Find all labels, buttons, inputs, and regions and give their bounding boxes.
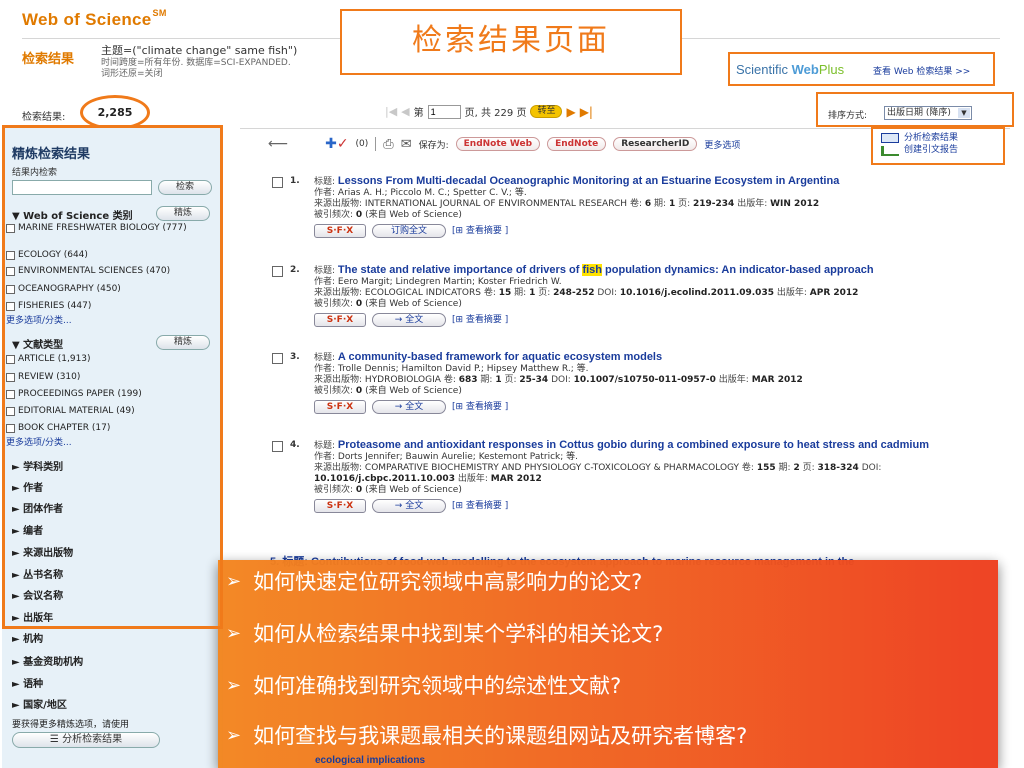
page: Web of ScienceSM 检索结果 主题=("climate chang… [0, 0, 1024, 768]
record-checkbox[interactable] [272, 353, 283, 364]
brand-logo: Web of ScienceSM [22, 8, 167, 29]
last-page-icon[interactable]: ▶| [580, 105, 593, 119]
webplus-logo[interactable]: Scientific WebPlus [736, 62, 844, 77]
go-button[interactable]: 转至 [530, 105, 563, 118]
endnote-web-button[interactable]: EndNote Web [455, 137, 541, 151]
results-toolbar: ⟵ ✚✓ (0) ⎙ ✉ 保存为: EndNote Web EndNote Re… [268, 136, 740, 152]
marked-count: (0) [355, 139, 369, 149]
record-peek-tail: ecological implications [315, 755, 426, 766]
record-source: ECOLOGICAL INDICATORS [364, 288, 481, 298]
record-number: 4. [290, 440, 300, 450]
sfx-button[interactable]: S·F·X [314, 400, 366, 414]
view-abstract-link[interactable]: [⊞ 查看摘要 ] [452, 501, 508, 512]
researcherid-button[interactable]: ResearcherID [613, 137, 698, 151]
question-item: ➢ 如何查找与我课题最相关的课题组网站及研究者博客? [226, 724, 748, 748]
record-checkbox[interactable] [272, 266, 283, 277]
analyze-results-link[interactable]: 分析检索结果 [904, 132, 958, 144]
fulltext-button[interactable]: → 全文 [372, 313, 446, 327]
results-count-label: 检索结果: [22, 112, 66, 123]
pager: |◀ ◀ 第 页, 共 229 页 转至 ▶ ▶| [385, 104, 593, 119]
record-number: 2. [290, 265, 300, 275]
prev-page-icon[interactable]: ◀ [401, 105, 409, 118]
arrow-bullet-icon: ➢ [226, 622, 242, 644]
sort-select[interactable]: 出版日期 (降序) ▼ [884, 106, 972, 120]
sort-label: 排序方式: [828, 111, 868, 121]
arrow-bullet-icon: ➢ [226, 724, 242, 746]
sfx-button[interactable]: S·F·X [314, 224, 366, 238]
results-heading: 检索结果 [22, 52, 75, 67]
sfx-button[interactable]: S·F·X [314, 313, 366, 327]
sort-value: 出版日期 (降序) [887, 108, 951, 118]
order-fulltext-button[interactable]: 订购全文 [372, 224, 446, 238]
record-title[interactable]: Proteasome and antioxidant responses in … [338, 439, 929, 451]
more-options-link[interactable]: 更多选项 [704, 138, 740, 151]
chevron-down-icon: ▼ [958, 108, 970, 118]
sidebar-note: 要获得更多精炼选项，请使用 [12, 720, 130, 730]
citation-report-link[interactable]: 创建引文报告 [904, 144, 958, 156]
query-timespan: 时间跨度=所有年份. 数据库=SCI-EXPANDED. [101, 58, 291, 68]
record-source: COMPARATIVE BIOCHEMISTRY AND PHYSIOLOGY … [364, 463, 740, 473]
webplus-link[interactable]: 查看 Web 检索结果 >> [873, 64, 970, 77]
record-authors: Eero Margit; Lindegren Martin; Koster Fr… [337, 277, 562, 287]
query-summary: 主题=("climate change" same fish") 时间跨度=所有… [101, 44, 297, 80]
save-as-label: 保存为: [418, 140, 449, 151]
sidebar-highlight [2, 125, 223, 629]
view-abstract-link[interactable]: [⊞ 查看摘要 ] [452, 315, 508, 326]
record-cited: 0 [355, 299, 363, 309]
question-item: ➢ 如何快速定位研究领域中高影响力的论文? [226, 570, 643, 594]
add-marked-icon[interactable]: ✚✓ [325, 136, 348, 152]
record-cited: 0 [355, 485, 363, 495]
record-number: 1. [290, 176, 300, 186]
question-item: ➢ 如何准确找到研究领域中的综述性文献? [226, 674, 622, 698]
print-icon[interactable]: ⎙ [383, 137, 393, 152]
query-text: 主题=("climate change" same fish") [101, 44, 298, 57]
sfx-button[interactable]: S·F·X [314, 499, 366, 513]
view-abstract-link[interactable]: [⊞ 查看摘要 ] [452, 226, 508, 237]
record-authors: Arias A. H.; Piccolo M. C.; Spetter C. V… [337, 188, 527, 198]
view-abstract-link[interactable]: [⊞ 查看摘要 ] [452, 402, 508, 413]
facet-collapsed[interactable]: ► 语种 [12, 675, 43, 690]
record-authors: Dorts Jennifer; Bauwin Aurelie; Kestemon… [337, 452, 578, 462]
divider [375, 137, 377, 151]
facet-collapsed[interactable]: ► 机构 [12, 630, 43, 645]
list-icon: ☰ [49, 734, 63, 745]
record-checkbox[interactable] [272, 441, 283, 452]
citation-report-icon [881, 146, 899, 156]
facet-collapsed[interactable]: ► 基金资助机构 [12, 653, 83, 668]
record-source: HYDROBIOLOGIA [364, 375, 441, 385]
analyze-links: 分析检索结果 创建引文报告 [904, 132, 958, 156]
arrow-bullet-icon: ➢ [226, 570, 242, 592]
arrow-bullet-icon: ➢ [226, 674, 242, 696]
record-title[interactable]: The state and relative importance of dri… [338, 264, 874, 276]
record-source: INTERNATIONAL JOURNAL OF ENVIRONMENTAL R… [364, 199, 628, 209]
facet-collapsed[interactable]: ► 国家/地区 [12, 696, 67, 711]
analyze-results-button[interactable]: ☰ 分析检索结果 [12, 732, 160, 748]
question-item: ➢ 如何从检索结果中找到某个学科的相关论文? [226, 622, 664, 646]
endnote-button[interactable]: EndNote [547, 137, 607, 151]
next-page-icon[interactable]: ▶ [566, 105, 575, 119]
page-prefix: 第 [413, 108, 424, 119]
fulltext-button[interactable]: → 全文 [372, 400, 446, 414]
email-icon[interactable]: ✉ [401, 137, 412, 152]
page-total: 页, 共 229 页 [464, 108, 527, 119]
record-cited: 0 [355, 386, 363, 396]
record-title[interactable]: A community-based framework for aquatic … [338, 351, 662, 363]
record-title[interactable]: Lessons From Multi-decadal Oceanographic… [338, 175, 839, 187]
query-lemmatization: 词形还原=关闭 [101, 69, 163, 79]
analyze-icon [881, 133, 899, 143]
record-checkbox[interactable] [272, 177, 283, 188]
fulltext-button[interactable]: → 全文 [372, 499, 446, 513]
page-input[interactable] [427, 104, 461, 119]
record-cited: 0 [355, 210, 363, 220]
record-number: 3. [290, 352, 300, 362]
record-authors: Trolle Dennis; Hamilton David P.; Hipsey… [337, 364, 589, 374]
first-page-icon[interactable]: |◀ [385, 105, 397, 118]
title-label: 标题: [314, 177, 336, 187]
callout-title: 检索结果页面 [340, 9, 682, 75]
back-arrow-icon[interactable]: ⟵ [268, 136, 288, 152]
